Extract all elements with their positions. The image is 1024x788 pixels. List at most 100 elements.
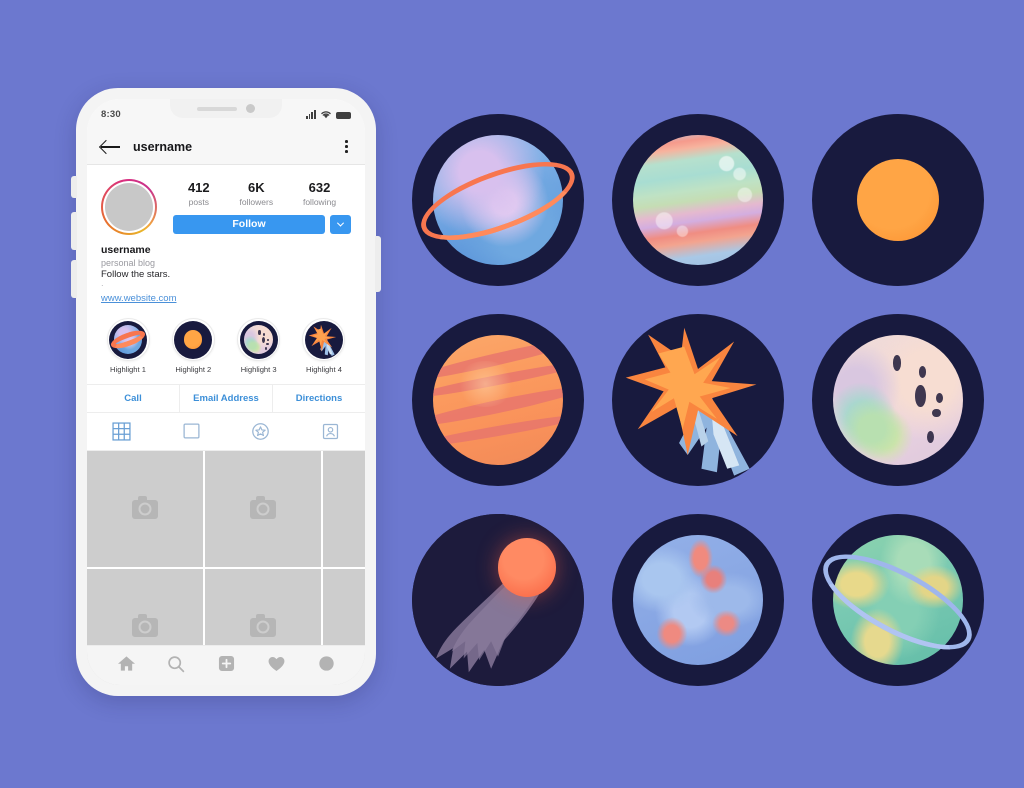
chevron-down-icon[interactable] [330,214,351,234]
bottom-navigation [87,645,365,685]
profile-action-row: Follow [173,214,351,234]
highlight-cover-2 [171,318,215,361]
sticker-pastel-planet[interactable] [612,114,784,286]
camera-icon [132,614,158,637]
nav-profile[interactable] [313,653,339,675]
star-circle-icon [252,423,270,440]
square-icon [183,423,200,439]
phone-volume-up[interactable] [71,212,77,250]
highlight-cover-1 [106,318,150,361]
highlight-item-1[interactable]: Highlight 1 [103,318,153,374]
bio-separator: . [101,278,104,289]
tab-tagged[interactable] [296,413,366,450]
nav-search[interactable] [163,653,189,675]
profile-header: 412 posts 6K followers 632 following Fol… [87,165,365,235]
moon-crater [932,408,941,418]
photo-cell[interactable] [205,451,321,567]
phone-mockup: 8:30 username 412 posts 6K followers 632… [71,88,381,696]
sun-icon [812,114,984,286]
stat-following[interactable]: 632 following [303,180,336,207]
heart-icon [268,656,284,672]
highlight-item-3[interactable]: Highlight 3 [234,318,284,374]
sticker-sun[interactable] [812,114,984,286]
camera-icon [250,496,276,519]
sticker-orange-planet[interactable] [412,314,584,486]
stat-posts[interactable]: 412 posts [187,180,210,207]
stat-posts-label: posts [188,196,209,207]
directions-button[interactable]: Directions [272,385,365,412]
planet-sticker-grid [398,100,998,700]
planet-body [432,334,564,466]
comet-head [498,538,557,597]
nav-home[interactable] [113,653,139,675]
profile-stats-column: 412 posts 6K followers 632 following Fol… [173,179,351,234]
profile-circle-icon [318,656,334,671]
shooting-star-icon [612,314,784,486]
avatar[interactable] [101,179,157,235]
back-arrow-icon[interactable] [101,139,121,155]
phone-screen: 8:30 username 412 posts 6K followers 632… [87,99,365,685]
nav-add[interactable] [213,653,239,675]
sticker-shooting-star[interactable] [612,314,784,486]
highlight-item-2[interactable]: Highlight 2 [168,318,218,374]
email-address-button[interactable]: Email Address [179,385,272,412]
person-frame-icon [322,423,338,440]
highlight-label-2: Highlight 2 [175,365,212,374]
story-highlights: Highlight 1 Highlight 2 Highlight 3 High… [87,306,365,384]
shooting-star-art [625,327,757,476]
sticker-comet[interactable] [412,514,584,686]
stat-followers-label: followers [239,196,274,207]
stat-followers[interactable]: 6K followers [239,180,274,207]
planet-body [832,334,964,466]
sticker-ringed-planet[interactable] [412,114,584,286]
phone-volume-down[interactable] [71,260,77,298]
sun-core [856,158,940,242]
highlight-label-3: Highlight 3 [240,365,277,374]
battery-icon [336,111,351,119]
highlight-item-4[interactable]: Highlight 4 [299,318,349,374]
photo-cell[interactable] [323,451,365,567]
planet-body [632,534,764,666]
status-icons [305,109,351,119]
moon-crater [918,365,927,378]
sticker-blue-planet[interactable] [612,514,784,686]
wifi-icon [321,110,331,118]
highlight-cover-3 [237,318,281,361]
stat-posts-value: 412 [187,180,210,195]
tab-single-photo[interactable] [157,413,227,450]
status-time: 8:30 [101,108,121,120]
phone-body: 8:30 username 412 posts 6K followers 632… [71,88,381,696]
profile-stats: 412 posts 6K followers 632 following [173,179,351,207]
kebab-menu-icon[interactable] [342,137,351,156]
header-username: username [133,139,193,154]
highlight-label-4: Highlight 4 [306,365,342,374]
comet-tail [436,551,550,673]
phone-mute-switch[interactable] [71,176,77,198]
phone-power-button[interactable] [375,236,381,292]
grid-icon [112,422,131,441]
avatar-inner [103,181,155,233]
nav-activity[interactable] [263,653,289,675]
contact-actions: Call Email Address Directions [87,384,365,413]
follow-button[interactable]: Follow [173,214,325,234]
plus-square-icon [218,655,234,672]
camera-icon [132,496,158,519]
bio-website-link[interactable]: www.website.com [101,293,177,304]
sticker-moon[interactable] [812,314,984,486]
comet-icon [412,514,584,686]
photo-cell[interactable] [87,451,203,567]
moon-icon [812,314,984,486]
search-icon [168,655,185,672]
camera-icon [250,614,276,637]
tab-highlights[interactable] [226,413,296,450]
cellular-signal-icon [305,109,316,119]
bio-category: personal blog [101,258,156,268]
green-ringed-planet-icon [812,514,984,686]
moon-crater [915,384,926,407]
phone-notch [170,99,282,118]
tab-grid[interactable] [87,413,157,450]
sticker-green-planet[interactable] [812,514,984,686]
earpiece-speaker [197,106,237,111]
sun-icon [174,320,213,359]
call-button[interactable]: Call [87,385,179,412]
